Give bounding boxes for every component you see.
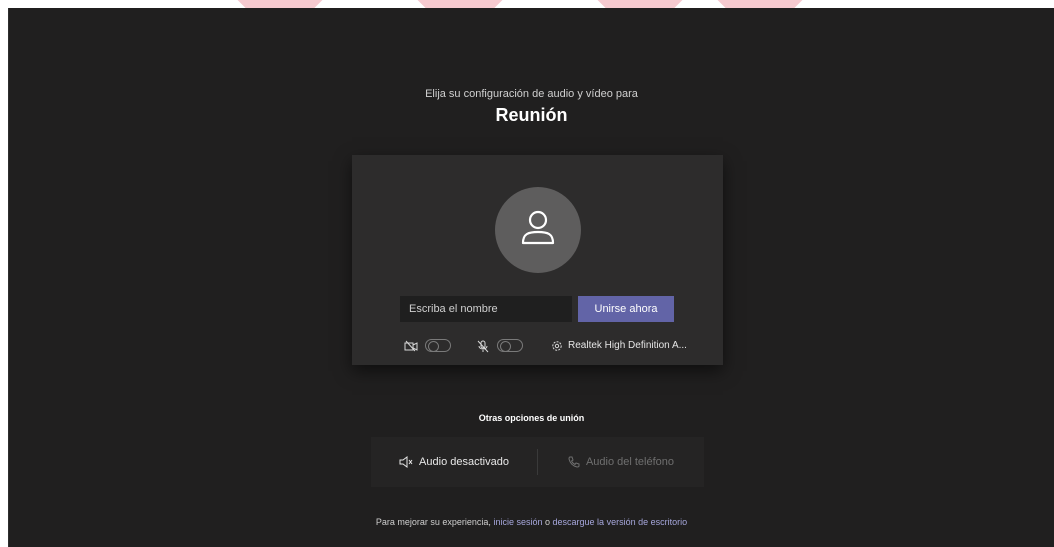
mic-off-icon (477, 340, 489, 353)
prejoin-screen: Elija su configuración de audio y vídeo … (8, 8, 1054, 547)
name-input[interactable] (400, 296, 572, 322)
footer-prefix: Para mejorar su experiencia, (375, 517, 491, 527)
page-title: Reunión (495, 105, 568, 125)
device-controls: Realtek High Definition A... (352, 337, 723, 357)
preview-card: Unirse ahora Realtek High Definition A..… (352, 155, 723, 365)
audio-off-label: Audio desactivado (419, 456, 509, 468)
phone-icon (568, 456, 580, 468)
gear-icon[interactable] (551, 340, 563, 352)
other-options-panel: Audio desactivado Audio del teléfono (371, 437, 704, 487)
phone-audio-label: Audio del teléfono (585, 456, 675, 468)
other-options-title: Otras opciones de unión (478, 413, 585, 423)
download-desktop-link[interactable]: descargue la versión de escritorio (553, 517, 688, 527)
footer-connector: o (545, 517, 551, 527)
camera-off-icon (404, 340, 418, 352)
join-now-button[interactable]: Unirse ahora (578, 296, 674, 322)
page-subtitle: Elija su configuración de audio y vídeo … (425, 88, 638, 100)
sign-in-link[interactable]: inicie sesión (493, 517, 542, 527)
person-icon (521, 210, 555, 245)
camera-toggle[interactable] (425, 339, 451, 352)
speaker-off-icon (399, 456, 413, 468)
audio-off-option[interactable]: Audio desactivado (371, 437, 537, 487)
avatar (495, 187, 581, 273)
mic-toggle[interactable] (497, 339, 523, 352)
footer-text: Para mejorar su experiencia, inicie sesi… (9, 517, 1054, 527)
phone-audio-option[interactable]: Audio del teléfono (538, 437, 704, 487)
audio-device-label[interactable]: Realtek High Definition A... (568, 340, 687, 351)
